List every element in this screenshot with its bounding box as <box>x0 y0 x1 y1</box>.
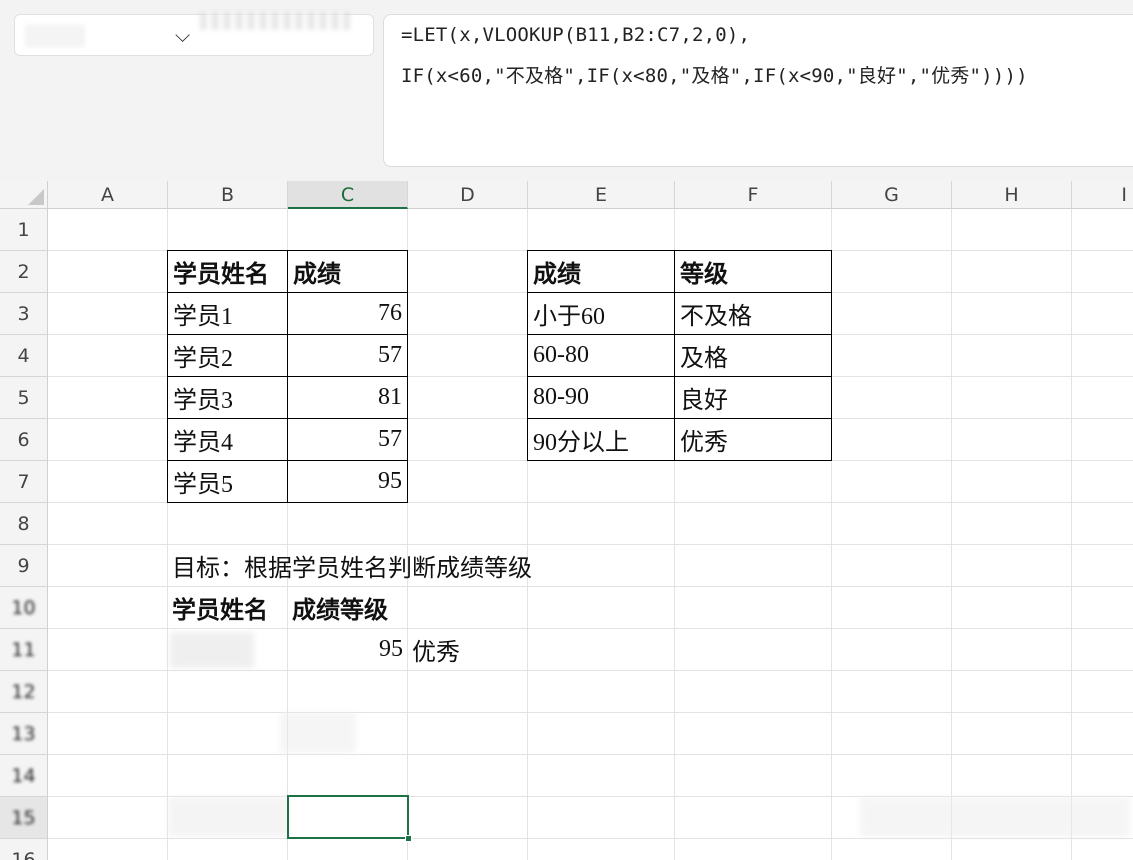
column-header-f[interactable]: F <box>675 181 832 209</box>
formula-text-line-2: IF(x<60,"不及格",IF(x<80,"及格",IF(x<90,"良好",… <box>401 65 1028 87</box>
student-score-cell[interactable]: 76 <box>287 292 408 335</box>
row-header-15[interactable]: 15 <box>0 797 48 839</box>
student-score-cell[interactable]: 57 <box>287 334 408 377</box>
blurred-cell <box>280 713 356 753</box>
row-header-10[interactable]: 10 <box>0 587 48 629</box>
select-all-triangle-icon <box>28 189 44 205</box>
gridline <box>951 209 952 860</box>
goal-text[interactable]: 目标：根据学员姓名判断成绩等级 <box>167 544 587 586</box>
row-header-4[interactable]: 4 <box>0 335 48 377</box>
column-header-a[interactable]: A <box>48 181 168 209</box>
row-header-1[interactable]: 1 <box>0 209 48 251</box>
function-insert-area[interactable] <box>200 12 350 30</box>
column-header-c[interactable]: C <box>288 181 408 209</box>
grade-table-header-score[interactable]: 成绩 <box>527 250 675 293</box>
gridline <box>48 670 1133 671</box>
row-header-6[interactable]: 6 <box>0 419 48 461</box>
student-name-cell[interactable]: 学员1 <box>167 292 288 335</box>
student-name-cell[interactable]: 学员5 <box>167 460 288 503</box>
grade-level-cell[interactable]: 优秀 <box>674 418 832 461</box>
grade-range-cell[interactable]: 90分以上 <box>527 418 675 461</box>
student-table-header-name[interactable]: 学员姓名 <box>167 250 288 293</box>
gridline <box>48 838 1133 839</box>
select-all-corner[interactable] <box>0 181 48 209</box>
student-name-cell[interactable]: 学员2 <box>167 334 288 377</box>
row-header-13[interactable]: 13 <box>0 713 48 755</box>
grade-table-header-level[interactable]: 等级 <box>674 250 832 293</box>
result-header-name[interactable]: 学员姓名 <box>167 586 288 628</box>
column-header-d[interactable]: D <box>408 181 528 209</box>
row-header-14[interactable]: 14 <box>0 755 48 797</box>
active-cell-selection[interactable] <box>287 795 412 842</box>
blurred-name-input[interactable] <box>170 632 254 668</box>
name-box-value <box>25 25 85 47</box>
formula-text-line-1: =LET(x,VLOOKUP(B11,B2:C7,2,0), <box>401 24 751 46</box>
result-score-cell[interactable]: 95 <box>287 628 408 670</box>
result-header-grade[interactable]: 成绩等级 <box>287 586 408 628</box>
grade-level-cell[interactable]: 不及格 <box>674 292 832 335</box>
grade-level-cell[interactable]: 良好 <box>674 376 832 419</box>
spreadsheet-grid[interactable]: A B C D E F G H I 1 2 3 4 5 6 7 8 9 10 1… <box>0 181 1133 860</box>
student-score-cell[interactable]: 57 <box>287 418 408 461</box>
grade-range-cell[interactable]: 小于60 <box>527 292 675 335</box>
gridline <box>48 754 1133 755</box>
blurred-cell <box>168 797 288 837</box>
chevron-down-icon[interactable]: ⌵ <box>175 23 190 47</box>
row-header-5[interactable]: 5 <box>0 377 48 419</box>
row-header-16[interactable]: 16 <box>0 839 48 860</box>
row-header-12[interactable]: 12 <box>0 671 48 713</box>
column-header-b[interactable]: B <box>168 181 288 209</box>
column-header-e[interactable]: E <box>528 181 675 209</box>
student-score-cell[interactable]: 81 <box>287 376 408 419</box>
fill-handle[interactable] <box>405 835 412 842</box>
blurred-cell <box>860 797 1130 837</box>
row-header-8[interactable]: 8 <box>0 503 48 545</box>
student-name-cell[interactable]: 学员3 <box>167 376 288 419</box>
result-grade-cell[interactable]: 优秀 <box>407 628 528 670</box>
grade-level-cell[interactable]: 及格 <box>674 334 832 377</box>
column-header-g[interactable]: G <box>832 181 952 209</box>
row-header-9[interactable]: 9 <box>0 545 48 587</box>
gridline <box>1071 209 1072 860</box>
student-table-header-score[interactable]: 成绩 <box>287 250 408 293</box>
row-header-7[interactable]: 7 <box>0 461 48 503</box>
formula-input[interactable]: =LET(x,VLOOKUP(B11,B2:C7,2,0), IF(x<60,"… <box>383 14 1133 167</box>
column-header-i[interactable]: I <box>1072 181 1133 209</box>
gridline <box>48 712 1133 713</box>
student-score-cell[interactable]: 95 <box>287 460 408 503</box>
grade-range-cell[interactable]: 60-80 <box>527 334 675 377</box>
row-header-3[interactable]: 3 <box>0 293 48 335</box>
column-header-h[interactable]: H <box>952 181 1072 209</box>
grade-range-cell[interactable]: 80-90 <box>527 376 675 419</box>
row-header-11[interactable]: 11 <box>0 629 48 671</box>
formula-bar-area: ⌵ =LET(x,VLOOKUP(B11,B2:C7,2,0), IF(x<60… <box>0 0 1133 181</box>
row-header-2[interactable]: 2 <box>0 251 48 293</box>
gridline <box>48 628 1133 629</box>
student-name-cell[interactable]: 学员4 <box>167 418 288 461</box>
